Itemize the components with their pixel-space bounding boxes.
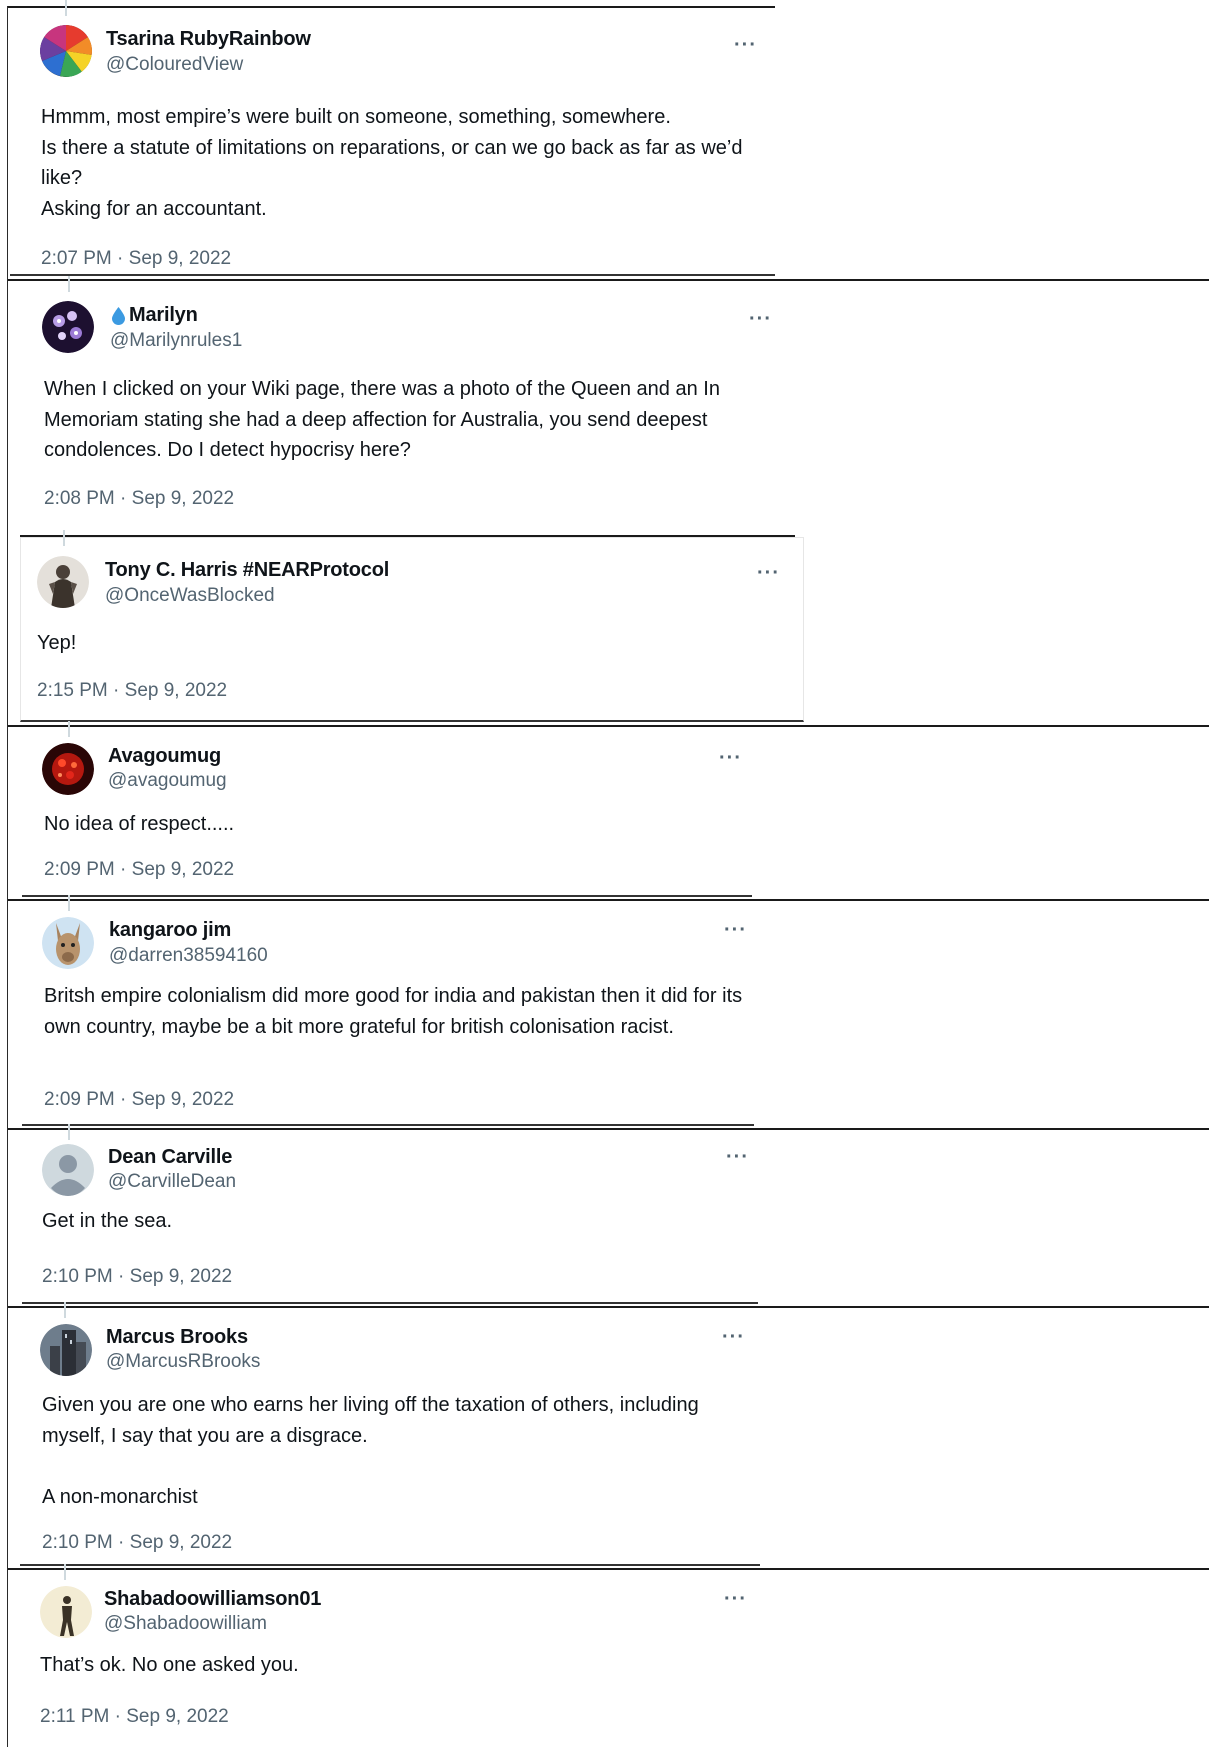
display-name[interactable]: Avagoumug bbox=[108, 745, 221, 768]
city-skyline-image bbox=[40, 1324, 92, 1376]
silhouette-image bbox=[40, 1586, 92, 1638]
avatar[interactable] bbox=[40, 25, 92, 77]
more-options-icon[interactable]: ··· bbox=[722, 1327, 745, 1347]
avatar[interactable] bbox=[37, 556, 89, 608]
display-name-text: Marilyn bbox=[129, 304, 198, 326]
tweet[interactable]: kangaroo jim @darren38594160 ··· Britsh … bbox=[22, 895, 754, 1126]
thread-connector bbox=[64, 1564, 66, 1580]
tweet-timestamp[interactable]: 2:09 PM · Sep 9, 2022 bbox=[44, 859, 234, 881]
thread-connector bbox=[63, 530, 65, 546]
tweet-timestamp[interactable]: 2:07 PM · Sep 9, 2022 bbox=[41, 248, 231, 270]
display-name[interactable]: kangaroo jim bbox=[109, 919, 231, 942]
username-handle[interactable]: @Marilynrules1 bbox=[110, 330, 242, 352]
rainbow-umbrella-image bbox=[40, 25, 92, 77]
statue-portrait-image bbox=[37, 556, 89, 608]
default-user-icon bbox=[42, 1144, 94, 1196]
tweet-timestamp[interactable]: 2:10 PM · Sep 9, 2022 bbox=[42, 1532, 232, 1554]
tweet-text: Britsh empire colonialism did more good … bbox=[44, 985, 743, 1038]
display-name[interactable]: Marilyn bbox=[112, 304, 198, 327]
username-handle[interactable]: @Shabadoowilliam bbox=[104, 1613, 267, 1635]
reply-thread: Tsarina RubyRainbow @ColouredView ··· Hm… bbox=[0, 0, 1209, 1747]
tweet[interactable]: Marcus Brooks @MarcusRBrooks ··· Given y… bbox=[20, 1302, 760, 1566]
tweet-text: When I clicked on your Wiki page, there … bbox=[44, 378, 720, 461]
avatar[interactable] bbox=[42, 1144, 94, 1196]
tweet[interactable]: Dean Carville @CarvilleDean ··· Get in t… bbox=[22, 1124, 758, 1304]
display-name[interactable]: Shabadoowilliamson01 bbox=[104, 1588, 321, 1611]
more-options-icon[interactable]: ··· bbox=[749, 309, 772, 329]
tweet[interactable]: Shabadoowilliamson01 @Shabadoowilliam ··… bbox=[20, 1564, 760, 1747]
avatar[interactable] bbox=[42, 917, 94, 969]
username-handle[interactable]: @CarvilleDean bbox=[108, 1171, 236, 1193]
separator bbox=[8, 1128, 1209, 1130]
tweet[interactable]: Tsarina RubyRainbow @ColouredView ··· Hm… bbox=[10, 0, 775, 276]
tweet-text: Yep! bbox=[37, 632, 77, 654]
username-handle[interactable]: @MarcusRBrooks bbox=[106, 1351, 260, 1373]
separator bbox=[8, 1306, 1209, 1308]
avatar[interactable] bbox=[42, 301, 94, 353]
more-options-icon[interactable]: ··· bbox=[726, 1147, 749, 1167]
water-drop-icon bbox=[112, 306, 125, 325]
thread-connector bbox=[65, 0, 67, 16]
more-options-icon[interactable]: ··· bbox=[724, 920, 747, 940]
display-name[interactable]: Tsarina RubyRainbow bbox=[106, 28, 311, 51]
tweet-timestamp[interactable]: 2:15 PM · Sep 9, 2022 bbox=[37, 680, 227, 702]
display-name[interactable]: Tony C. Harris #NEARProtocol bbox=[105, 559, 389, 582]
display-name-text: Marcus Brooks bbox=[106, 1326, 248, 1348]
kangaroo-image bbox=[42, 917, 94, 969]
username-handle[interactable]: @avagoumug bbox=[108, 770, 227, 792]
avatar[interactable] bbox=[42, 743, 94, 795]
tweet-text: Get in the sea. bbox=[42, 1210, 173, 1232]
thread-connector bbox=[68, 276, 70, 292]
tweet-timestamp[interactable]: 2:08 PM · Sep 9, 2022 bbox=[44, 488, 234, 510]
avatar[interactable] bbox=[40, 1586, 92, 1638]
display-name-text: Avagoumug bbox=[108, 745, 222, 767]
thread-connector bbox=[68, 1124, 70, 1140]
separator bbox=[8, 899, 1209, 901]
username-handle[interactable]: @darren38594160 bbox=[109, 945, 268, 967]
tweet-text: Hmmm, most empire’s were built on someon… bbox=[41, 106, 743, 220]
tweet[interactable]: Marilyn @Marilynrules1 ··· When I clicke… bbox=[22, 276, 795, 534]
tweet-text: That’s ok. No one asked you. bbox=[40, 1654, 299, 1676]
tweet-timestamp[interactable]: 2:11 PM · Sep 9, 2022 bbox=[40, 1706, 229, 1728]
fireworks-image bbox=[42, 743, 94, 795]
display-name-text: Tony C. Harris #NEARProtocol bbox=[105, 559, 390, 581]
flowers-image bbox=[42, 301, 94, 353]
tweet[interactable]: Avagoumug @avagoumug ··· No idea of resp… bbox=[22, 721, 752, 897]
separator bbox=[8, 1568, 1209, 1570]
separator bbox=[8, 725, 1209, 727]
display-name-text: Shabadoowilliamson01 bbox=[104, 1588, 322, 1610]
tweet-timestamp[interactable]: 2:10 PM · Sep 9, 2022 bbox=[42, 1266, 232, 1288]
more-options-icon[interactable]: ··· bbox=[757, 563, 780, 583]
username-handle[interactable]: @ColouredView bbox=[106, 54, 243, 76]
tweet-timestamp[interactable]: 2:09 PM · Sep 9, 2022 bbox=[44, 1089, 234, 1111]
avatar[interactable] bbox=[40, 1324, 92, 1376]
display-name[interactable]: Marcus Brooks bbox=[106, 1326, 248, 1349]
frame-border bbox=[7, 6, 8, 1747]
display-name[interactable]: Dean Carville bbox=[108, 1146, 232, 1169]
tweet[interactable]: Tony C. Harris #NEARProtocol @OnceWasBlo… bbox=[20, 530, 804, 722]
display-name-text: kangaroo jim bbox=[109, 919, 232, 941]
username-handle[interactable]: @OnceWasBlocked bbox=[105, 585, 275, 607]
tweet-text: Given you are one who earns her living o… bbox=[42, 1394, 699, 1508]
thread-connector bbox=[68, 895, 70, 911]
more-options-icon[interactable]: ··· bbox=[724, 1589, 747, 1609]
tweet-text: No idea of respect..... bbox=[44, 813, 235, 835]
more-options-icon[interactable]: ··· bbox=[719, 748, 742, 768]
thread-connector bbox=[64, 1302, 66, 1318]
display-name-text: Tsarina RubyRainbow bbox=[106, 28, 311, 50]
more-options-icon[interactable]: ··· bbox=[734, 35, 757, 55]
separator bbox=[8, 279, 1209, 281]
display-name-text: Dean Carville bbox=[108, 1146, 233, 1168]
thread-connector bbox=[68, 721, 70, 737]
